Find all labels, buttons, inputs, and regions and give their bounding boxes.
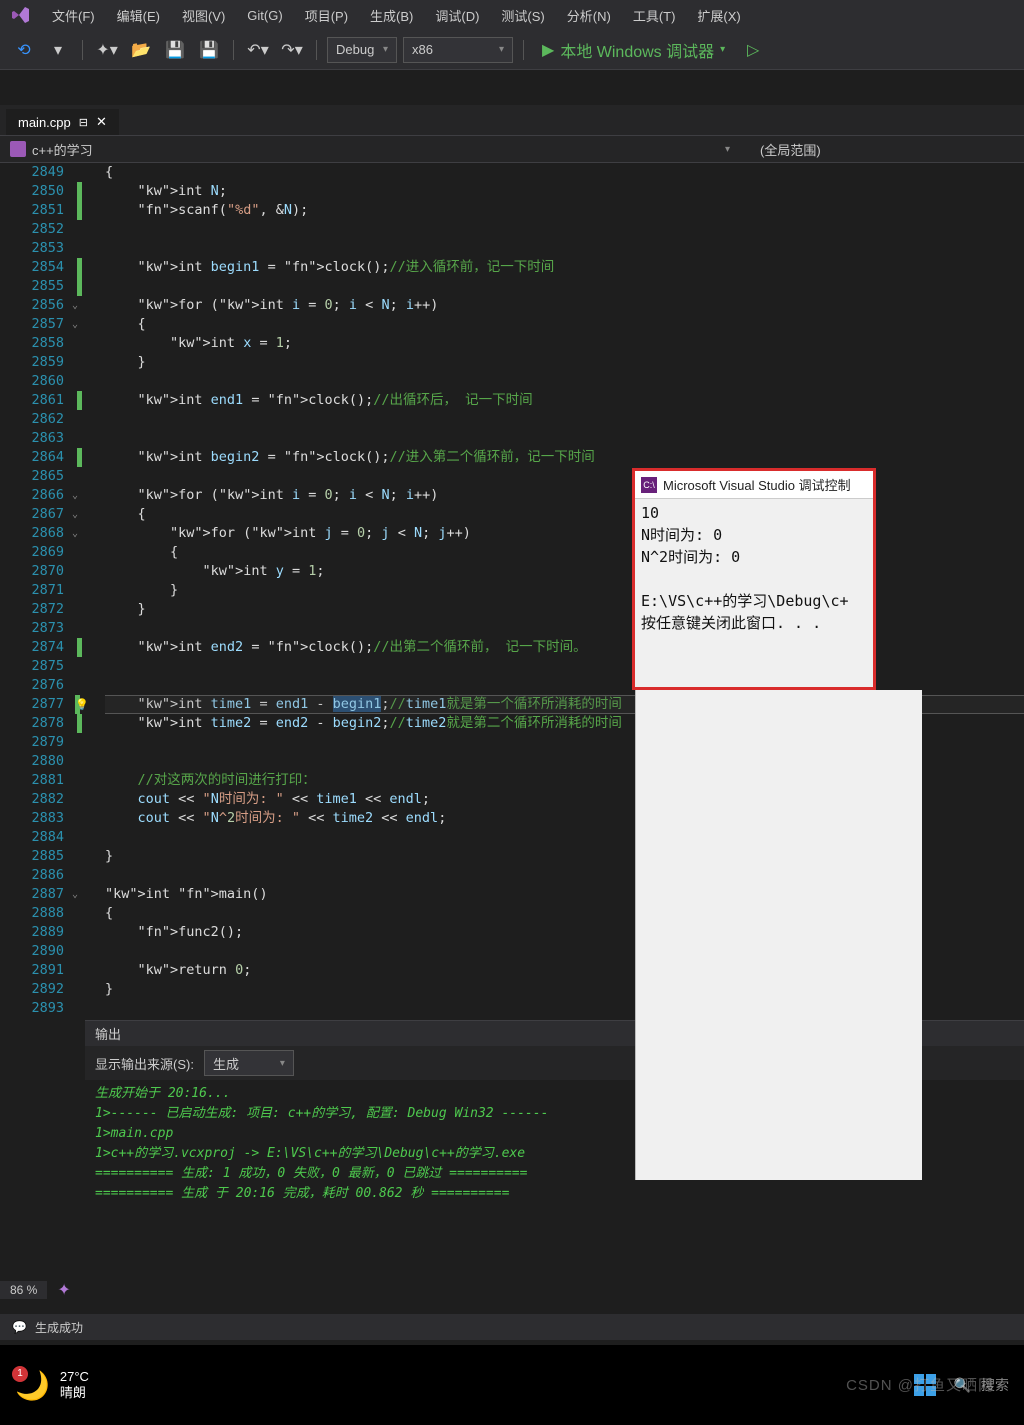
weather-cond: 晴朗 [60,1385,89,1401]
toolbar: ⟲ ▾ ✦▾ 📂 💾 💾 ↶▾ ↷▾ Debug x86 ▶ 本地 Window… [0,30,1024,70]
undo-icon[interactable]: ↶▾ [244,36,272,64]
save-icon[interactable]: 💾 [161,36,189,64]
notification-badge: 1 [12,1366,28,1382]
menu-extensions[interactable]: 扩展(X) [697,6,740,25]
separator [523,40,524,60]
menu-build[interactable]: 生成(B) [370,6,413,25]
open-icon[interactable]: 📂 [127,36,155,64]
menu-debug[interactable]: 调试(D) [435,6,479,25]
tab-bar: main.cpp ⊟ ✕ [0,105,1024,135]
nav-fwd-icon[interactable]: ▾ [44,36,72,64]
platform-select[interactable]: x86 [403,37,513,63]
console-app-icon: C:\ [641,477,657,493]
separator [233,40,234,60]
menu-analyze[interactable]: 分析(N) [567,6,611,25]
console-window-body[interactable] [635,690,922,1180]
menu-git[interactable]: Git(G) [247,8,282,23]
play-icon: ▶ [542,40,554,60]
save-all-icon[interactable]: 💾 [195,36,223,64]
console-titlebar: C:\ Microsoft Visual Studio 调试控制 [635,471,873,499]
console-window[interactable]: C:\ Microsoft Visual Studio 调试控制 10 N时间为… [632,468,876,690]
zoom-level[interactable]: 86 % [0,1281,47,1299]
scope-global-select[interactable]: (全局范围) [730,140,821,159]
close-icon[interactable]: ✕ [96,114,107,130]
new-item-icon[interactable]: ✦▾ [93,36,121,64]
build-status: 生成成功 [35,1319,83,1336]
zoom-row: 86 % ✦ [0,1265,1024,1315]
output-source-label: 显示输出来源(S): [95,1054,194,1073]
menu-project[interactable]: 项目(P) [305,6,348,25]
weather-widget[interactable]: 🌙 1 27°C 晴朗 [15,1369,89,1402]
menu-bar: 文件(F) 编辑(E) 视图(V) Git(G) 项目(P) 生成(B) 调试(… [0,0,1024,30]
start-debug-button[interactable]: ▶ 本地 Windows 调试器 ▾ [534,36,733,64]
scope-project-select[interactable]: c++的学习 ▾ [10,140,730,159]
menu-tools[interactable]: 工具(T) [633,6,676,25]
comment-icon[interactable]: 💬 [12,1320,27,1334]
separator [82,40,83,60]
menu-view[interactable]: 视图(V) [182,6,225,25]
status-bar: 💬 生成成功 [0,1314,1024,1340]
vs-logo-icon [10,4,32,26]
weather-icon: 🌙 1 [15,1369,50,1402]
watermark: CSDN @打鱼又晒网 [846,1374,994,1395]
menu-test[interactable]: 测试(S) [501,6,544,25]
menu-file[interactable]: 文件(F) [52,6,95,25]
line-gutter: 28492850285128522853285428552856⌄2857⌄28… [0,163,90,1013]
separator [316,40,317,60]
tab-main-cpp[interactable]: main.cpp ⊟ ✕ [6,109,119,135]
pin-icon[interactable]: ⊟ [79,116,88,129]
project-icon [10,141,26,157]
play-nodebug-icon[interactable]: ▷ [739,36,767,64]
console-output: 10 N时间为: 0 N^2时间为: 0 E:\VS\c++的学习\Debug\… [635,499,873,637]
redo-icon[interactable]: ↷▾ [278,36,306,64]
weather-temp: 27°C [60,1369,89,1385]
output-source-select[interactable]: 生成 [204,1050,294,1076]
intellicode-icon[interactable]: ✦ [57,1280,70,1300]
scope-bar: c++的学习 ▾ (全局范围) [0,135,1024,163]
config-select[interactable]: Debug [327,37,397,63]
nav-back-icon[interactable]: ⟲ [10,36,38,64]
tab-label: main.cpp [18,115,71,130]
menu-edit[interactable]: 编辑(E) [117,6,160,25]
